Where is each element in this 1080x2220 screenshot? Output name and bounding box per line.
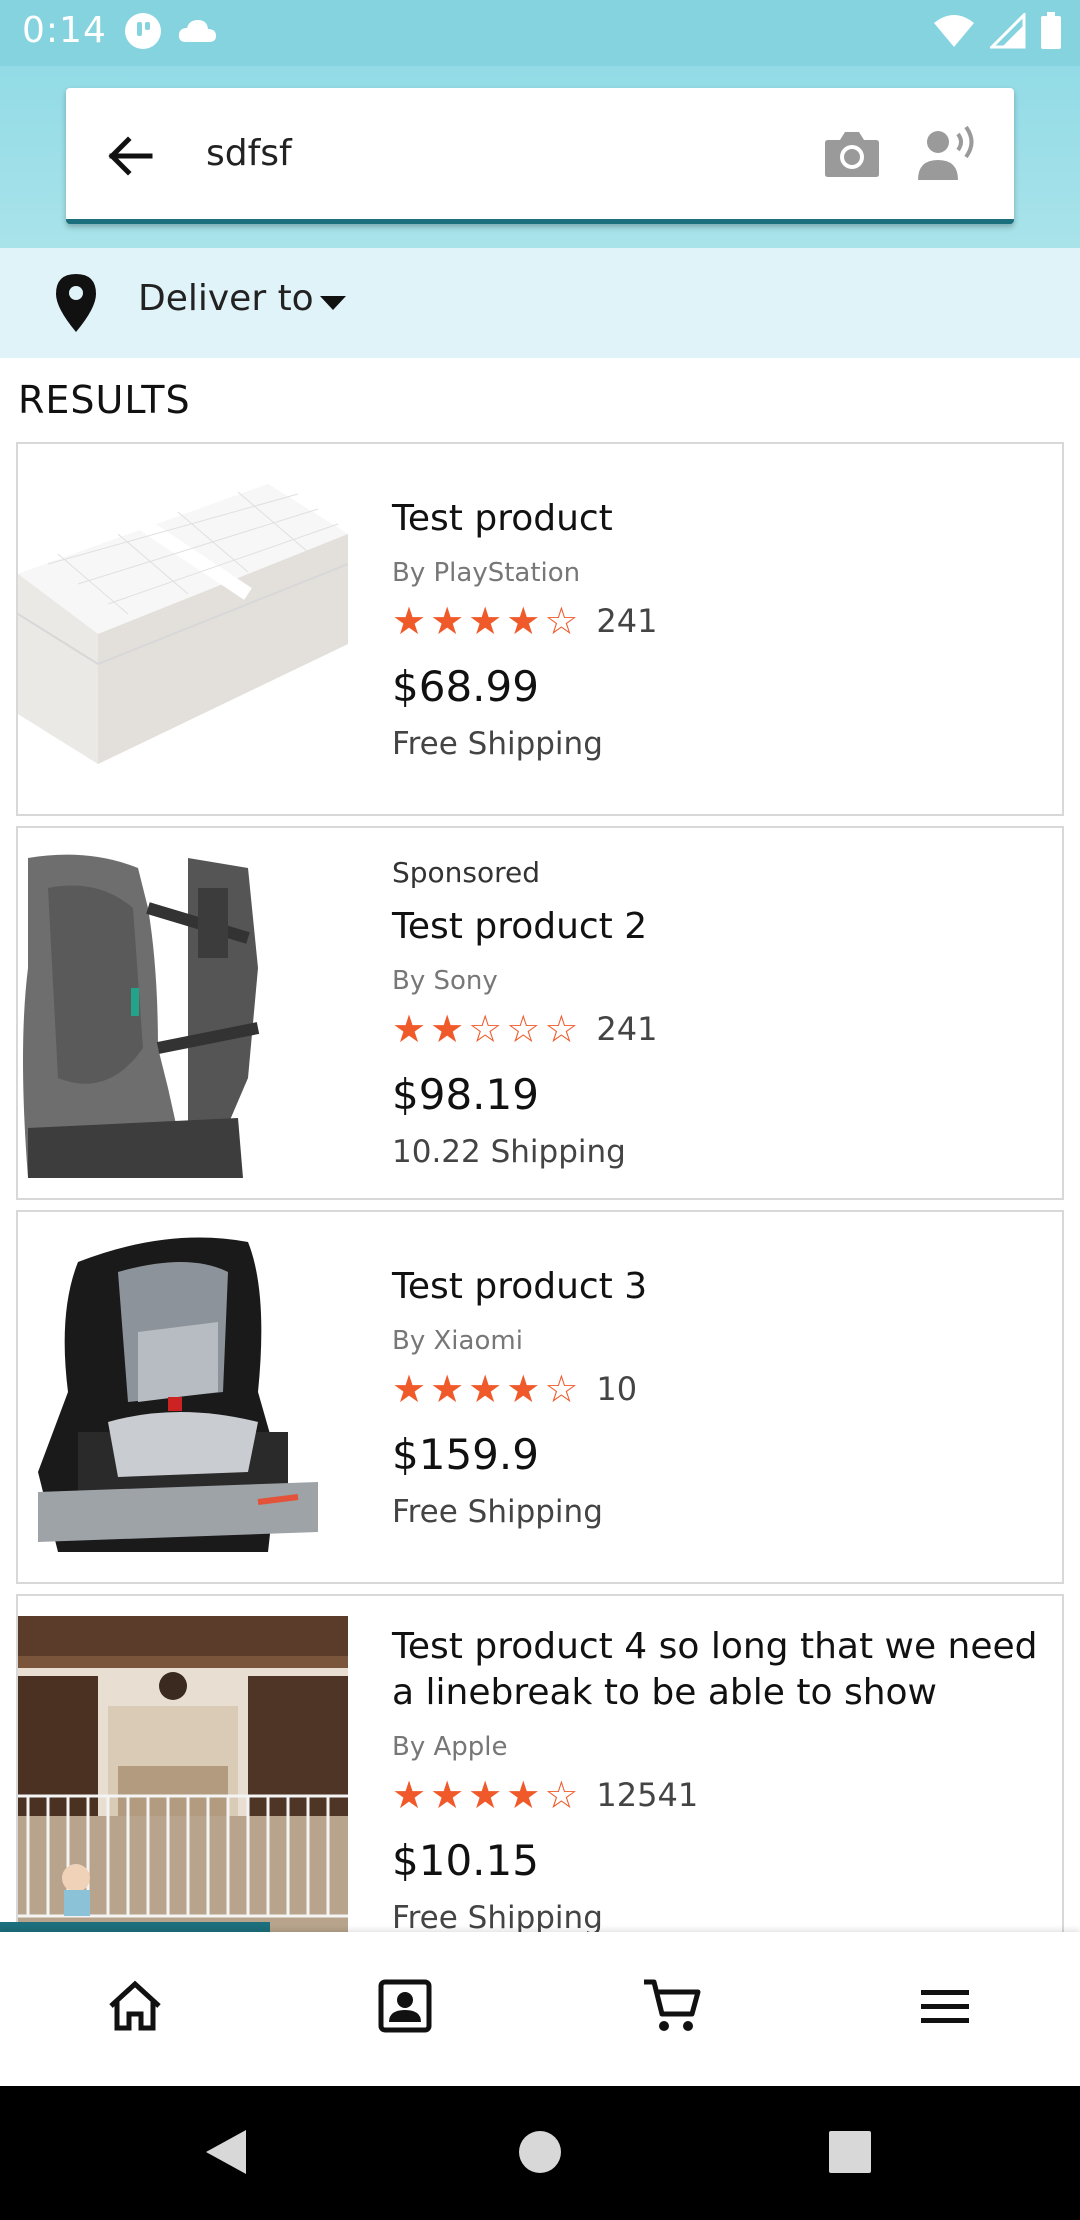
chevron-down-icon [320, 296, 346, 310]
product-rating: ★ ★ ★ ★ ☆ 12541 [392, 1776, 698, 1814]
system-recents-icon[interactable] [822, 2124, 878, 2180]
star-rating: ★ ★ ★ ★ ☆ [392, 602, 578, 640]
status-bar: 0:14 [0, 0, 1080, 66]
star-rating: ★ ★ ★ ★ ☆ [392, 1370, 578, 1408]
baby-gate-room-image [18, 1616, 348, 1932]
star-empty-icon: ☆ [468, 1007, 503, 1051]
voice-search-icon[interactable] [914, 122, 980, 184]
star-empty-icon: ☆ [506, 1007, 541, 1051]
product-brand: By PlayStation [392, 558, 581, 588]
deliver-to-label: Deliver to [138, 278, 314, 319]
star-filled-icon: ★ [430, 599, 465, 643]
review-count: 12541 [596, 1776, 699, 1814]
star-empty-icon: ☆ [544, 1773, 579, 1817]
product-image [18, 848, 348, 1178]
star-filled-icon: ★ [468, 1773, 503, 1817]
battery-icon [1041, 12, 1061, 49]
status-system-icons [932, 12, 1062, 50]
home-icon[interactable] [105, 1976, 165, 2036]
product-title[interactable]: Test product 2 [392, 904, 1042, 950]
product-brand: By Apple [392, 1732, 508, 1762]
product-card[interactable]: Test product By PlayStation ★ ★ ★ ★ ☆ 241 $6… [16, 442, 1064, 816]
camera-icon[interactable] [822, 126, 882, 182]
results-heading: RESULTS [18, 378, 191, 422]
bottom-navigation [0, 1932, 1080, 2086]
system-back-icon[interactable] [198, 2124, 254, 2180]
product-list: Test product By PlayStation ★ ★ ★ ★ ☆ 241 $6… [16, 442, 1064, 1932]
product-image [18, 464, 348, 794]
product-card[interactable]: Test product 4 so long that we need a li… [16, 1594, 1064, 1932]
notification-app-icon [125, 13, 161, 49]
product-rating: ★ ★ ☆ ☆ ☆ 241 [392, 1010, 657, 1048]
star-filled-icon: ★ [506, 599, 541, 643]
product-price: $159.9 [392, 1430, 539, 1479]
review-count: 10 [596, 1370, 638, 1408]
product-title[interactable]: Test product [392, 496, 1042, 542]
account-icon[interactable] [375, 1976, 435, 2036]
star-filled-icon: ★ [468, 1367, 503, 1411]
changing-pad-image [18, 464, 348, 794]
search-header [0, 66, 1080, 248]
menu-icon[interactable] [915, 1976, 975, 2036]
baby-carrier-image [18, 848, 348, 1178]
star-rating: ★ ★ ☆ ☆ ☆ [392, 1010, 578, 1048]
product-shipping: Free Shipping [392, 726, 603, 762]
product-price: $98.19 [392, 1070, 539, 1119]
product-shipping: Free Shipping [392, 1494, 603, 1530]
review-count: 241 [596, 1010, 658, 1048]
product-brand: By Xiaomi [392, 1326, 523, 1356]
star-empty-icon: ☆ [544, 1007, 579, 1051]
star-filled-icon: ★ [430, 1773, 465, 1817]
signal-icon [990, 13, 1026, 49]
status-notification-icons [124, 12, 218, 50]
system-home-icon[interactable] [512, 2124, 568, 2180]
product-price: $68.99 [392, 662, 539, 711]
star-filled-icon: ★ [506, 1773, 541, 1817]
car-seat-image [18, 1232, 348, 1562]
star-filled-icon: ★ [392, 599, 427, 643]
product-image [18, 1616, 348, 1932]
star-filled-icon: ★ [392, 1773, 427, 1817]
sponsored-label: Sponsored [392, 856, 541, 889]
cart-icon[interactable] [642, 1976, 702, 2036]
star-filled-icon: ★ [430, 1007, 465, 1051]
back-arrow-icon[interactable] [102, 128, 158, 184]
product-brand: By Sony [392, 966, 498, 996]
star-filled-icon: ★ [430, 1367, 465, 1411]
product-title[interactable]: Test product 4 so long that we need a li… [392, 1624, 1042, 1716]
product-card[interactable]: Test product 3 By Xiaomi ★ ★ ★ ★ ☆ 10 $159.9… [16, 1210, 1064, 1584]
product-rating: ★ ★ ★ ★ ☆ 241 [392, 602, 657, 640]
product-title[interactable]: Test product 3 [392, 1264, 1042, 1310]
review-count: 241 [596, 602, 658, 640]
star-filled-icon: ★ [468, 599, 503, 643]
star-filled-icon: ★ [392, 1367, 427, 1411]
star-filled-icon: ★ [506, 1367, 541, 1411]
search-box [66, 88, 1014, 224]
wifi-icon [934, 15, 974, 47]
cloud-icon [178, 20, 216, 42]
system-navigation-bar [0, 2086, 1080, 2220]
product-card[interactable]: Sponsored Test product 2 By Sony ★ ★ ☆ ☆ ☆ 2… [16, 826, 1064, 1200]
search-input[interactable] [206, 118, 846, 188]
star-empty-icon: ☆ [544, 599, 579, 643]
product-price: $10.15 [392, 1836, 539, 1885]
deliver-to-bar[interactable]: Deliver to [0, 248, 1080, 358]
star-rating: ★ ★ ★ ★ ☆ [392, 1776, 578, 1814]
location-pin-icon [56, 274, 96, 332]
status-time: 0:14 [22, 10, 107, 51]
star-filled-icon: ★ [392, 1007, 427, 1051]
product-shipping: 10.22 Shipping [392, 1134, 626, 1170]
product-image [18, 1232, 348, 1562]
product-shipping: Free Shipping [392, 1900, 603, 1932]
star-empty-icon: ☆ [544, 1367, 579, 1411]
scroll-progress-bar [0, 1922, 270, 1932]
product-rating: ★ ★ ★ ★ ☆ 10 [392, 1370, 637, 1408]
